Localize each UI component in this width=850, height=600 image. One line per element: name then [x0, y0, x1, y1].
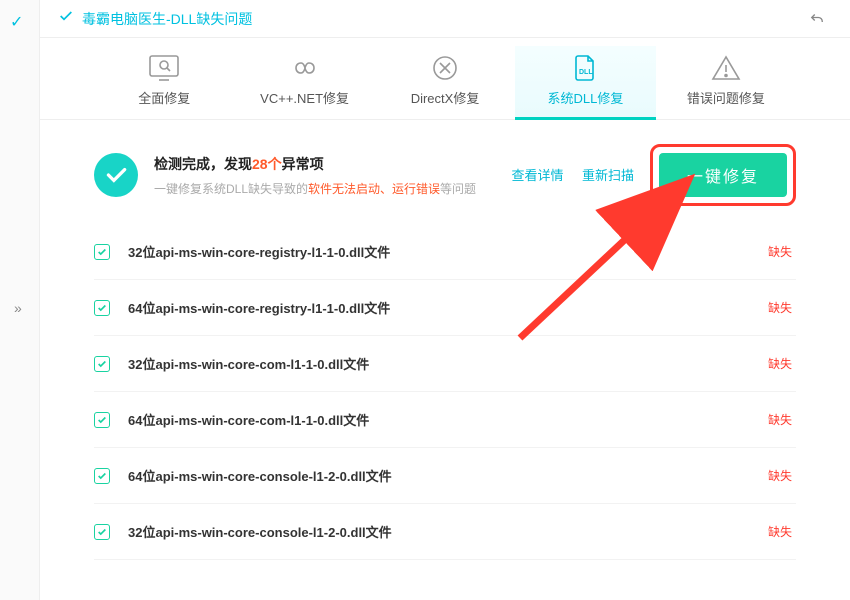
tab-error-repair[interactable]: 错误问题修复: [656, 46, 796, 119]
item-name: 64位api-ms-win-core-registry-l1-1-0.dll文件: [128, 298, 768, 317]
one-click-fix-button[interactable]: 一键修复: [659, 153, 787, 197]
item-name: 32位api-ms-win-core-com-l1-1-0.dll文件: [128, 354, 768, 373]
dll-item-list: 32位api-ms-win-core-registry-l1-1-0.dll文件…: [40, 220, 850, 560]
item-checkbox[interactable]: [94, 412, 110, 428]
vs-infinity-icon: [286, 52, 324, 84]
title-bar: 毒霸电脑医生-DLL缺失问题: [40, 0, 850, 38]
status-badge: 缺失: [768, 523, 792, 540]
list-item: 32位api-ms-win-core-registry-l1-1-0.dll文件…: [94, 224, 796, 280]
tab-full-repair[interactable]: 全面修复: [94, 46, 234, 119]
tab-vcnet-repair[interactable]: VC++.NET修复: [234, 46, 374, 119]
list-item: 32位api-ms-win-core-console-l1-2-0.dll文件 …: [94, 504, 796, 560]
window-title: 毒霸电脑医生-DLL缺失问题: [82, 9, 252, 29]
item-checkbox[interactable]: [94, 468, 110, 484]
item-name: 64位api-ms-win-core-console-l1-2-0.dll文件: [128, 466, 768, 485]
svg-text:DLL: DLL: [579, 69, 593, 76]
tab-label: 全面修复: [138, 88, 190, 107]
item-checkbox[interactable]: [94, 524, 110, 540]
view-detail-link[interactable]: 查看详情: [512, 168, 564, 183]
list-item: 64位api-ms-win-core-registry-l1-1-0.dll文件…: [94, 280, 796, 336]
status-badge: 缺失: [768, 355, 792, 372]
status-badge: 缺失: [768, 467, 792, 484]
tab-system-dll-repair[interactable]: DLL 系统DLL修复: [515, 46, 655, 119]
fix-button-highlight: 一键修复: [650, 144, 796, 206]
item-name: 64位api-ms-win-core-com-l1-1-0.dll文件: [128, 410, 768, 429]
tab-label: VC++.NET修复: [260, 88, 349, 107]
tab-label: 系统DLL修复: [547, 88, 623, 107]
directx-icon: [426, 52, 464, 84]
status-badge: 缺失: [768, 299, 792, 316]
summary-row: 检测完成，发现28个异常项 一键修复系统DLL缺失导致的软件无法启动、运行错误等…: [40, 120, 850, 220]
left-sidebar: ✓ »: [0, 0, 40, 600]
warning-triangle-icon: [707, 52, 745, 84]
tabs-bar: 全面修复 VC++.NET修复 DirectX修复 DLL 系统DLL修复 错误…: [40, 38, 850, 120]
item-checkbox[interactable]: [94, 300, 110, 316]
item-name: 32位api-ms-win-core-registry-l1-1-0.dll文件: [128, 242, 768, 261]
expand-sidebar-icon[interactable]: »: [14, 300, 22, 316]
item-name: 32位api-ms-win-core-console-l1-2-0.dll文件: [128, 522, 768, 541]
list-item: 64位api-ms-win-core-com-l1-1-0.dll文件 缺失: [94, 392, 796, 448]
item-checkbox[interactable]: [94, 244, 110, 260]
status-badge: 缺失: [768, 243, 792, 260]
undo-icon[interactable]: [808, 10, 826, 33]
dll-file-icon: DLL: [566, 52, 604, 84]
list-item: 32位api-ms-win-core-com-l1-1-0.dll文件 缺失: [94, 336, 796, 392]
summary-subtitle: 一键修复系统DLL缺失导致的软件无法启动、运行错误等问题: [154, 180, 498, 197]
app-icon: [58, 8, 74, 29]
list-item: 64位api-ms-win-core-console-l1-2-0.dll文件 …: [94, 448, 796, 504]
check-complete-icon: [94, 153, 138, 197]
tab-label: 错误问题修复: [687, 88, 765, 107]
summary-title: 检测完成，发现28个异常项: [154, 154, 498, 174]
app-logo-icon: ✓: [10, 12, 23, 32]
tab-label: DirectX修复: [411, 88, 480, 107]
item-checkbox[interactable]: [94, 356, 110, 372]
monitor-search-icon: [145, 52, 183, 84]
status-badge: 缺失: [768, 411, 792, 428]
tab-directx-repair[interactable]: DirectX修复: [375, 46, 515, 119]
rescan-link[interactable]: 重新扫描: [582, 168, 634, 183]
